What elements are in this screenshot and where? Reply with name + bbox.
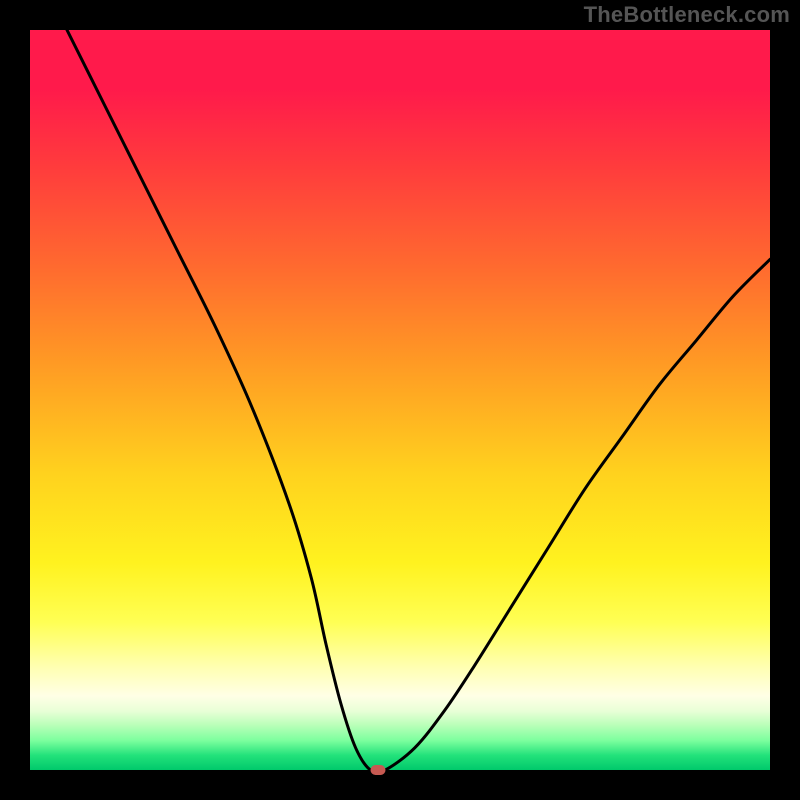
bottleneck-curve bbox=[30, 30, 770, 770]
plot-area bbox=[30, 30, 770, 770]
chart-frame: TheBottleneck.com bbox=[0, 0, 800, 800]
minimum-marker bbox=[370, 765, 385, 775]
watermark-text: TheBottleneck.com bbox=[584, 2, 790, 28]
